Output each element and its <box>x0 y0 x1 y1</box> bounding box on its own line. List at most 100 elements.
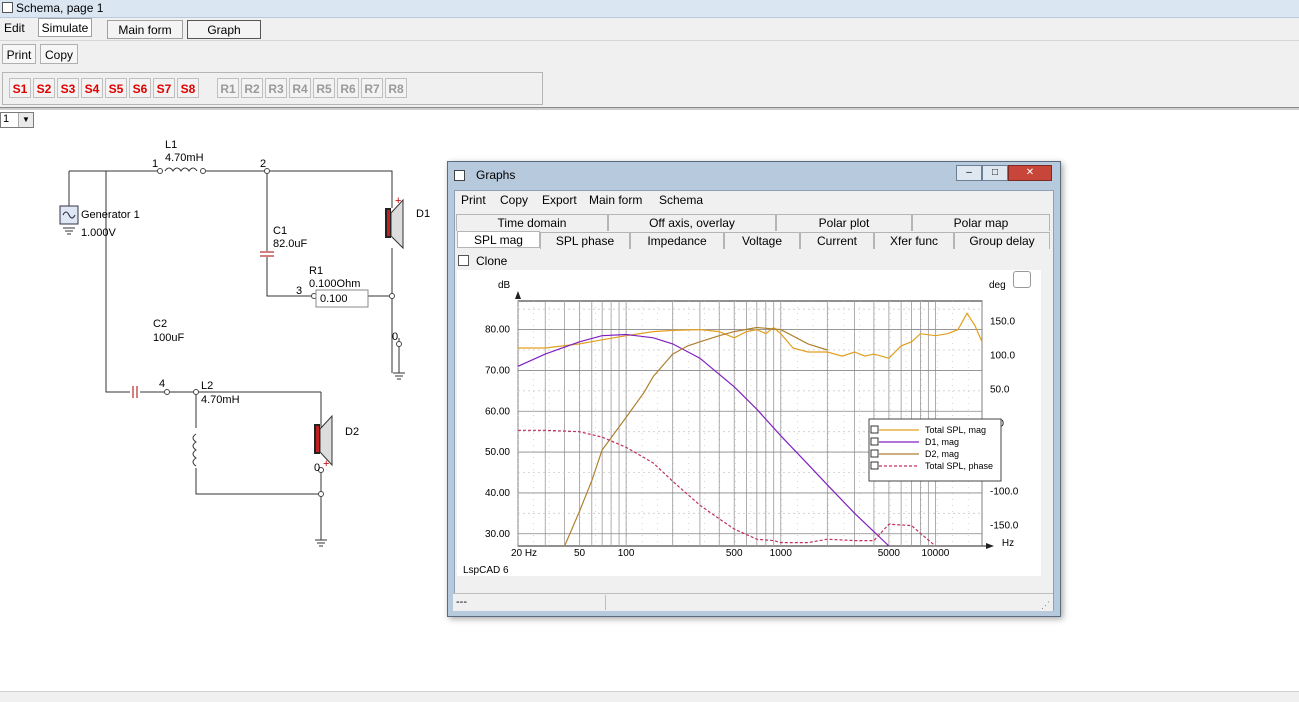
tab-off-axis-overlay[interactable]: Off axis, overlay <box>608 214 776 231</box>
node-4-label: 4 <box>159 378 166 390</box>
toolbar: Print Copy S1 S2 S3 S4 S5 S6 S7 S8 R1 R2 R3 R4 R5 R6 R… <box>0 41 1299 107</box>
solution-button-s8[interactable]: S8 <box>177 78 199 98</box>
tab-voltage[interactable]: Voltage <box>724 232 800 249</box>
minimize-button[interactable]: – <box>956 165 982 181</box>
recall-button-r3[interactable]: R3 <box>265 78 287 98</box>
graphs-menu-copy[interactable]: Copy <box>500 193 528 207</box>
tab-spl-mag[interactable]: SPL mag <box>457 231 540 248</box>
d1-plus: + <box>395 195 402 207</box>
y2-axis-label: deg <box>989 280 1006 291</box>
l2-name: L2 <box>201 380 214 392</box>
legend-label: Total SPL, mag <box>925 425 986 435</box>
tab-group-delay[interactable]: Group delay <box>954 232 1050 249</box>
watermark: LspCAD 6 <box>463 565 509 576</box>
graph-panel: 80.00 70.00 60.00 50.00 40.00 30.00 150.0 100.0… <box>457 270 1041 576</box>
l1-name: L1 <box>165 139 178 151</box>
copy-button[interactable]: Copy <box>40 44 78 64</box>
tab-time-domain[interactable]: Time domain <box>456 214 608 231</box>
generator-name: Generator 1 <box>81 209 140 221</box>
tab-current[interactable]: Current <box>800 232 874 249</box>
graph-button[interactable]: Graph <box>187 20 261 39</box>
recall-button-r7[interactable]: R7 <box>361 78 383 98</box>
legend-checkbox[interactable] <box>870 425 879 434</box>
solution-button-s6[interactable]: S6 <box>129 78 151 98</box>
page-selector[interactable]: 1 ▼ <box>0 112 34 128</box>
horizontal-scrollbar[interactable] <box>0 691 1299 702</box>
schematic-canvas <box>59 167 405 547</box>
node-2-label: 2 <box>260 158 267 170</box>
title-bar: Schema, page 1 <box>0 0 1299 18</box>
graph-settings-button[interactable] <box>1013 271 1031 288</box>
y-axis-label: dB <box>498 280 511 291</box>
d1-label: D1 <box>416 208 431 220</box>
node-0-label-a: 0 <box>392 331 399 343</box>
recall-button-r4[interactable]: R4 <box>289 78 311 98</box>
recall-button-r5[interactable]: R5 <box>313 78 335 98</box>
y-tick-label: 60.00 <box>485 406 510 417</box>
separator <box>0 107 1299 111</box>
menu-bar: Edit Simulate Main form Graph <box>0 18 1299 41</box>
tab-spl-phase[interactable]: SPL phase <box>540 232 630 249</box>
print-button[interactable]: Print <box>2 44 36 64</box>
graphs-menu-print[interactable]: Print <box>461 193 486 207</box>
recall-button-r8[interactable]: R8 <box>385 78 407 98</box>
app-icon <box>2 2 13 13</box>
graphs-status-bar: --- ⋰ <box>453 593 1053 611</box>
y2-tick-label: -100.0 <box>990 487 1019 498</box>
legend-checkbox[interactable] <box>870 437 879 446</box>
l2-value: 4.70mH <box>201 394 240 406</box>
graphs-menu-main-form[interactable]: Main form <box>589 193 642 207</box>
x-tick-label: 1000 <box>770 548 793 559</box>
y-axis-arrow <box>515 291 521 299</box>
y2-tick-label: 50.0 <box>990 384 1010 395</box>
y2-tick-label: 100.0 <box>990 350 1015 361</box>
solution-button-s1[interactable]: S1 <box>9 78 31 98</box>
close-button[interactable]: ✕ <box>1008 165 1052 181</box>
solution-button-s7[interactable]: S7 <box>153 78 175 98</box>
graphs-title: Graphs <box>476 168 516 182</box>
c2-value: 100uF <box>153 332 185 344</box>
recall-button-r2[interactable]: R2 <box>241 78 263 98</box>
l1-value: 4.70mH <box>165 152 204 164</box>
graphs-menu-schema[interactable]: Schema <box>659 193 703 207</box>
tab-polar-map[interactable]: Polar map <box>912 214 1050 231</box>
spl-chart[interactable]: 80.00 70.00 60.00 50.00 40.00 30.00 150.0 100.0… <box>457 270 1041 576</box>
resize-grip-icon[interactable]: ⋰ <box>1041 600 1051 610</box>
y-tick-label: 50.00 <box>485 447 510 458</box>
solution-button-s5[interactable]: S5 <box>105 78 127 98</box>
status-text: --- <box>456 596 467 608</box>
y-tick-label: 80.00 <box>485 325 510 336</box>
y2-tick-label: -150.0 <box>990 521 1019 532</box>
chevron-down-icon[interactable]: ▼ <box>18 113 33 127</box>
maximize-button[interactable]: □ <box>982 165 1008 181</box>
x-tick-label: 500 <box>726 548 743 559</box>
solution-button-s2[interactable]: S2 <box>33 78 55 98</box>
tab-xfer-func[interactable]: Xfer func <box>874 232 954 249</box>
main-form-button[interactable]: Main form <box>107 20 183 39</box>
solution-button-s3[interactable]: S3 <box>57 78 79 98</box>
generator-value: 1.000V <box>81 227 116 239</box>
d2-label: D2 <box>345 426 360 438</box>
clone-label: Clone <box>476 254 508 268</box>
clone-checkbox[interactable] <box>458 255 469 266</box>
legend-checkbox[interactable] <box>870 461 879 470</box>
legend-label: D2, mag <box>925 449 959 459</box>
r1-name: R1 <box>309 265 324 277</box>
tab-impedance[interactable]: Impedance <box>630 232 724 249</box>
c1-name: C1 <box>273 225 288 237</box>
solution-button-s4[interactable]: S4 <box>81 78 103 98</box>
recall-button-r6[interactable]: R6 <box>337 78 359 98</box>
legend-checkbox[interactable] <box>870 449 879 458</box>
node-3-label: 3 <box>296 285 303 297</box>
graphs-menu-export[interactable]: Export <box>542 193 577 207</box>
recall-button-r1[interactable]: R1 <box>217 78 239 98</box>
node-1-label: 1 <box>152 158 159 170</box>
status-divider <box>605 595 606 610</box>
graphs-app-icon <box>454 170 465 181</box>
speaker-d1-symbol[interactable] <box>385 198 404 250</box>
menu-edit[interactable]: Edit <box>4 21 25 35</box>
tab-simulate[interactable]: Simulate <box>38 18 92 37</box>
tab-polar-plot[interactable]: Polar plot <box>776 214 912 231</box>
x-tick-label: 20 Hz <box>511 548 537 559</box>
r1-value: 0.100Ohm <box>309 278 361 290</box>
